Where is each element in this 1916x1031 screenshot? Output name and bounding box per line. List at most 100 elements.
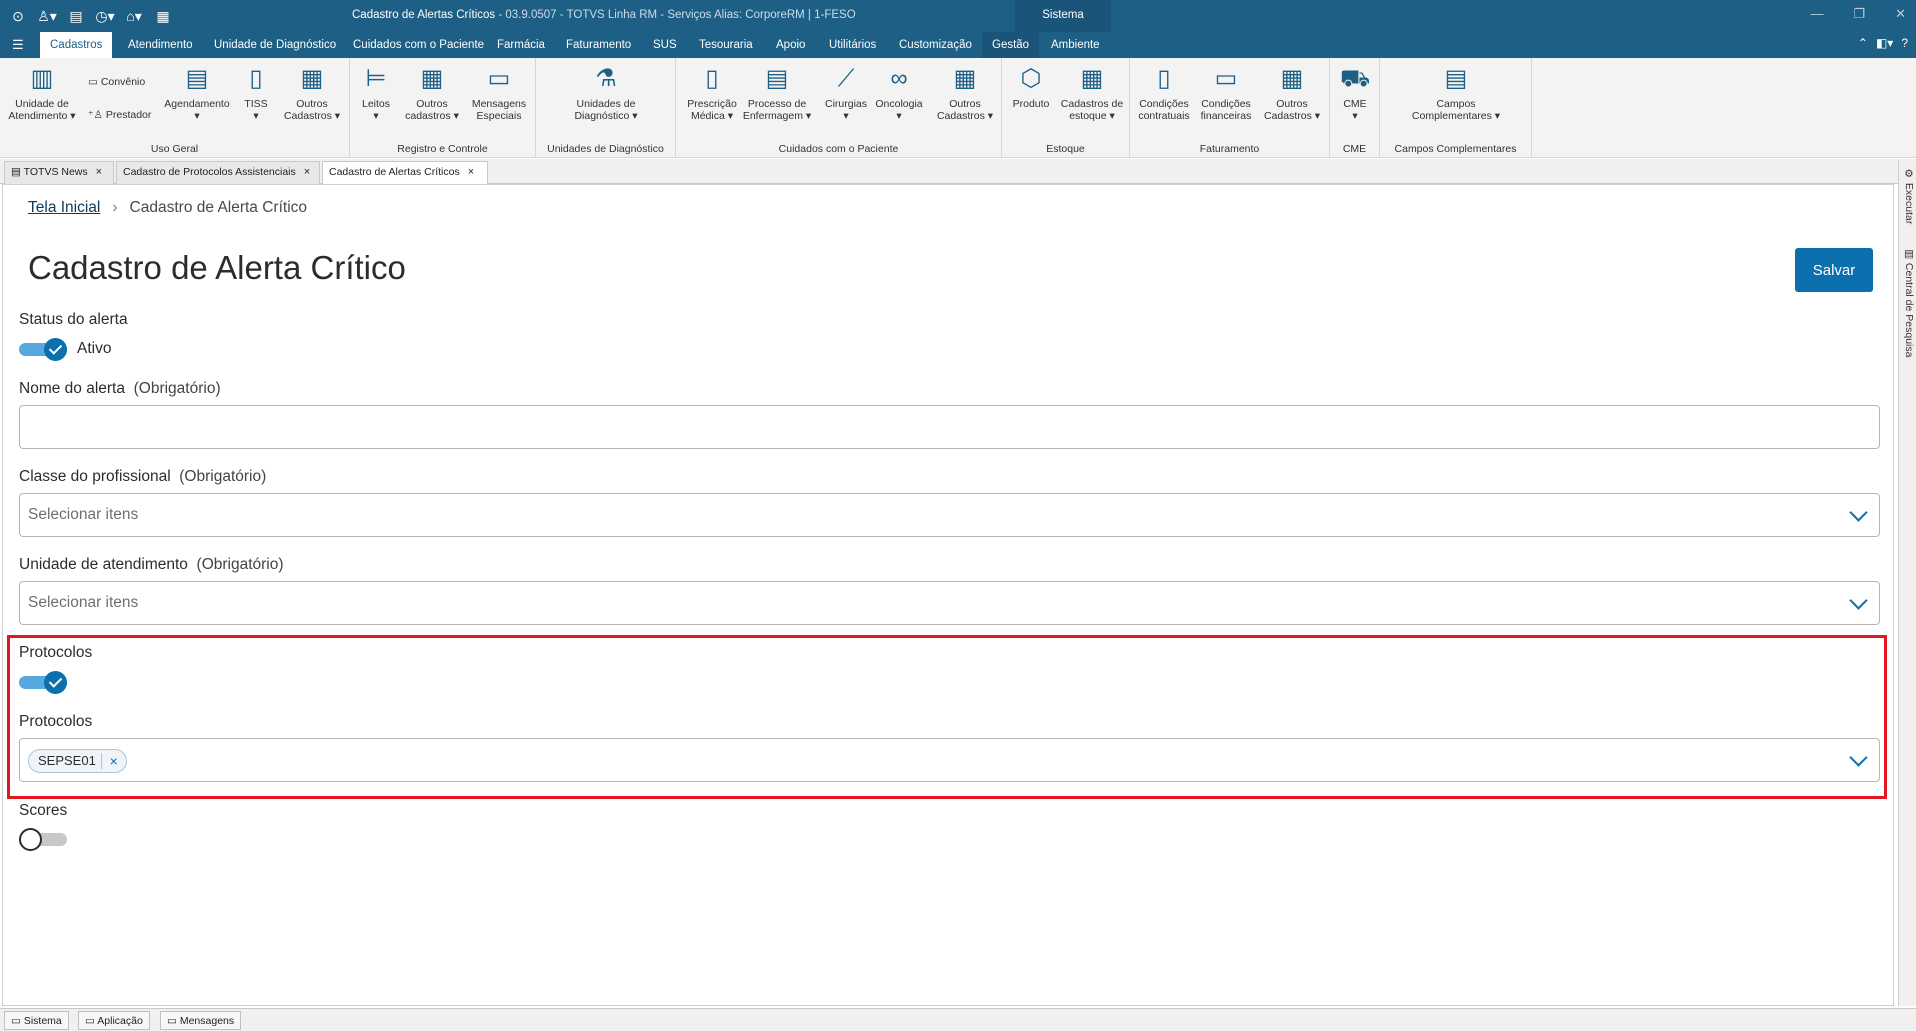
leitos-button[interactable]: ⊨ Leitos ▾ xyxy=(354,64,398,122)
menu-tesouraria[interactable]: Tesouraria xyxy=(689,32,763,58)
menu-ambiente[interactable]: Ambiente xyxy=(1041,32,1110,58)
menu-customizacao[interactable]: Customização xyxy=(889,32,982,58)
home-menu-icon[interactable]: ⌂▾ xyxy=(124,6,144,26)
grid-apps-icon: ▦ xyxy=(300,65,324,92)
check-icon xyxy=(44,338,67,361)
minimize-icon[interactable]: — xyxy=(1810,6,1823,22)
campos-complementares-button[interactable]: ▤ Campos Complementares ▾ xyxy=(1400,64,1512,122)
group-label: CME xyxy=(1342,143,1367,155)
syringe-icon: ⟋ xyxy=(837,65,855,92)
menu-farmacia[interactable]: Farmácia xyxy=(487,32,555,58)
window-title: Cadastro de Alertas Críticos - 03.9.0507… xyxy=(352,9,856,21)
layout-icon[interactable]: ◧▾ xyxy=(1876,36,1893,50)
restore-icon[interactable]: ❐ xyxy=(1853,6,1865,22)
app-icon: ▭ xyxy=(85,1015,98,1027)
unidade-select[interactable]: Selecionar itens xyxy=(19,581,1880,625)
menu-gestao[interactable]: Gestão xyxy=(982,32,1040,58)
status-sistema-button[interactable]: ▭ Sistema xyxy=(4,1011,69,1030)
processo-enfermagem-button[interactable]: ▤ Processo de Enfermagem ▾ xyxy=(742,64,812,122)
cirurgias-button[interactable]: ⟋ Cirurgias ▾ xyxy=(824,64,868,122)
ribbon-awareness-icon: ∞ xyxy=(890,65,908,92)
tiss-button[interactable]: ▯ TISS ▾ xyxy=(238,64,274,122)
classe-label: Classe do profissional (Obrigatório) xyxy=(19,468,267,485)
close-tab-icon[interactable]: × xyxy=(468,166,474,178)
mensagens-especiais-button[interactable]: ▭ Mensagens Especiais xyxy=(466,64,532,122)
calendar-icon[interactable]: ▤ xyxy=(66,6,86,26)
group-label: Registro e Controle xyxy=(397,143,488,155)
grid-apps-icon: ▦ xyxy=(420,65,444,92)
ribbon-group-registro: ⊨ Leitos ▾ ▦ Outros cadastros ▾ ▭ Mensagens … xyxy=(350,58,536,158)
status-aplicacao-button[interactable]: ▭ Aplicação xyxy=(78,1011,150,1030)
tab-alertas[interactable]: Cadastro de Alertas Críticos × xyxy=(322,161,488,185)
nome-input[interactable] xyxy=(19,405,1880,449)
close-tab-icon[interactable]: × xyxy=(96,166,102,178)
produto-button[interactable]: ⬡ Produto xyxy=(1006,64,1056,110)
side-tab-executar[interactable]: ⚙ Executar xyxy=(1901,168,1915,224)
chevron-down-icon[interactable] xyxy=(1847,592,1869,614)
clock-menu-icon[interactable]: ◷▾ xyxy=(95,6,115,26)
breadcrumb-home-link[interactable]: Tela Inicial xyxy=(28,199,100,216)
oncologia-button[interactable]: ∞ Oncologia ▾ xyxy=(874,64,924,122)
scores-label: Scores xyxy=(19,802,68,819)
prestador-button[interactable]: ⁺♙ Prestador xyxy=(88,109,151,121)
menu-unidade-diagnostico[interactable]: Unidade de Diagnóstico xyxy=(204,32,346,58)
scores-toggle[interactable] xyxy=(19,828,67,851)
tab-totvs-news[interactable]: ▤ TOTVS News × xyxy=(4,161,114,184)
highlight-box xyxy=(7,635,1887,799)
status-toggle[interactable] xyxy=(19,338,67,361)
gear-icon: ⚙ xyxy=(1903,168,1915,183)
message-icon: ▭ xyxy=(167,1015,180,1027)
user-menu-icon[interactable]: ♙▾ xyxy=(37,6,57,26)
menu-apoio[interactable]: Apoio xyxy=(766,32,815,58)
main-content: Tela Inicial › Cadastro de Alerta Crítico … xyxy=(2,184,1894,1006)
outros-cadastros-cuidados-button[interactable]: ▦ Outros Cadastros ▾ xyxy=(932,64,998,122)
grid-apps-icon: ▦ xyxy=(953,65,977,92)
menu-right-controls: ⌃ ◧▾ ? xyxy=(1858,36,1908,50)
search-doc-icon: ▤ xyxy=(1903,248,1915,263)
bed-icon: ⊨ xyxy=(365,65,387,92)
cadastros-estoque-button[interactable]: ▦ Cadastros de estoque ▾ xyxy=(1058,64,1126,122)
chevron-down-icon[interactable] xyxy=(1847,504,1869,526)
totvs-logo-icon[interactable]: ⊙ xyxy=(8,6,28,26)
condicoes-contratuais-button[interactable]: ▯ Condições contratuais xyxy=(1136,64,1192,122)
classe-select[interactable]: Selecionar itens xyxy=(19,493,1880,537)
menu-faturamento[interactable]: Faturamento xyxy=(556,32,641,58)
news-icon: ▤ xyxy=(11,166,24,178)
stock-grid-icon: ▦ xyxy=(1080,65,1104,92)
app-menu-icon[interactable]: ☰ xyxy=(12,37,24,53)
outros-cadastros-button[interactable]: ▦ Outros Cadastros ▾ xyxy=(278,64,346,122)
group-label: Faturamento xyxy=(1199,143,1260,155)
menu-cadastros[interactable]: Cadastros xyxy=(40,32,113,58)
unidade-atendimento-button[interactable]: ▥ Unidade de Atendimento ▾ xyxy=(6,64,78,122)
menu-sus[interactable]: SUS xyxy=(643,32,687,58)
menu-atendimento[interactable]: Atendimento xyxy=(118,32,203,58)
outros-cadastros-registro-button[interactable]: ▦ Outros cadastros ▾ xyxy=(400,64,464,122)
menu-cuidados[interactable]: Cuidados com o Paciente xyxy=(343,32,494,58)
save-button[interactable]: Salvar xyxy=(1795,248,1873,292)
document-tabs: ▤ TOTVS News × Cadastro de Protocolos Ass… xyxy=(0,159,1916,185)
group-label: Unidades de Diagnóstico xyxy=(547,143,664,155)
building-icon: ▥ xyxy=(30,65,54,92)
unidades-diagnostico-button[interactable]: ⚗ Unidades de Diagnóstico ▾ xyxy=(566,64,646,122)
collapse-ribbon-icon[interactable]: ⌃ xyxy=(1858,36,1868,50)
side-tab-central-pesquisa[interactable]: ▤ Central de Pesquisa xyxy=(1901,248,1915,357)
convenio-button[interactable]: ▭ Convênio xyxy=(88,76,145,88)
box-icon: ⬡ xyxy=(1020,65,1042,92)
outros-cadastros-faturamento-button[interactable]: ▦ Outros Cadastros ▾ xyxy=(1258,64,1326,122)
status-mensagens-button[interactable]: ▭ Mensagens xyxy=(160,1011,242,1030)
agendamento-button[interactable]: ▤ Agendamento ▾ xyxy=(160,64,234,122)
grid-icon[interactable]: ▦ xyxy=(153,6,173,26)
help-icon[interactable]: ? xyxy=(1901,36,1908,50)
nome-label: Nome do alerta (Obrigatório) xyxy=(19,380,221,397)
breadcrumb-current: Cadastro de Alerta Crítico xyxy=(129,199,308,216)
window-controls: — ❐ ✕ xyxy=(1810,6,1906,22)
condicoes-financeiras-button[interactable]: ▭ Condições financeiras xyxy=(1196,64,1256,122)
tab-protocolos[interactable]: Cadastro de Protocolos Assistenciais × xyxy=(116,161,320,184)
prescricao-medica-button[interactable]: ▯ Prescrição Médica ▾ xyxy=(686,64,738,122)
menu-utilitarios[interactable]: Utilitários xyxy=(819,32,886,58)
group-label: Campos Complementares xyxy=(1394,143,1517,155)
close-tab-icon[interactable]: × xyxy=(304,166,310,178)
side-panel: ⚙ Executar ▤ Central de Pesquisa xyxy=(1898,160,1916,1006)
cme-button[interactable]: ⛟ CME ▾ xyxy=(1336,64,1374,122)
close-icon[interactable]: ✕ xyxy=(1895,6,1906,22)
